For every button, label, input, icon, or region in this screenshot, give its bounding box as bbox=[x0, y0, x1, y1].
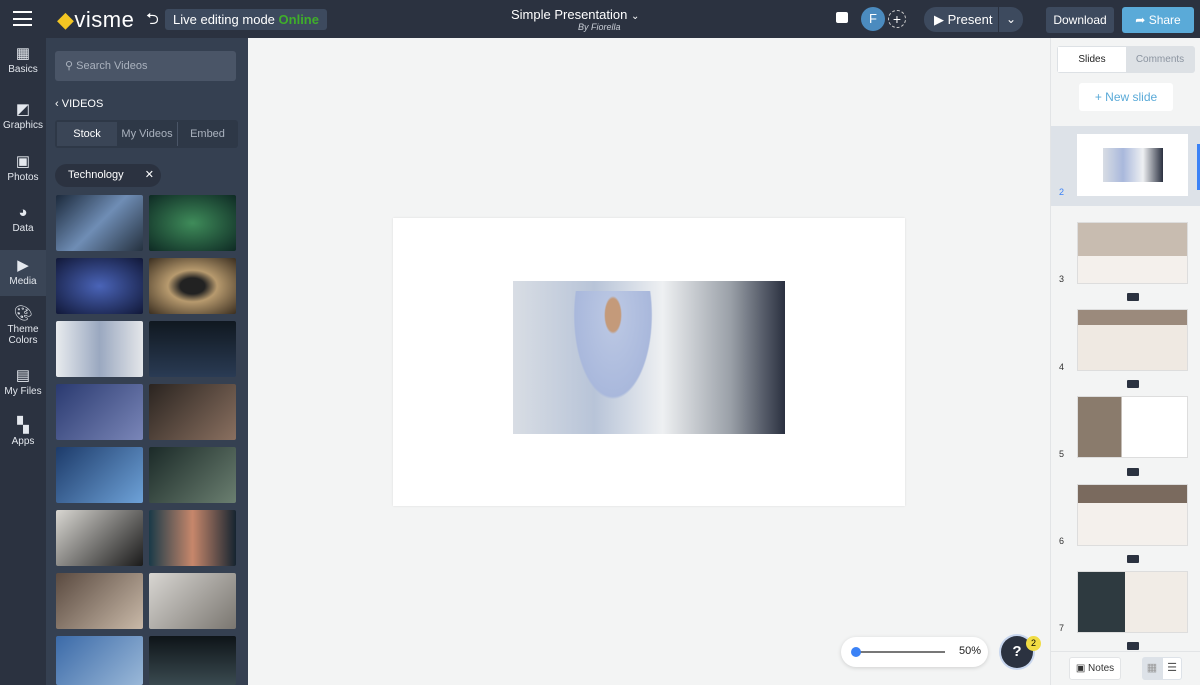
video-thumbnail[interactable] bbox=[149, 447, 236, 503]
rail-apps[interactable]: ▚ Apps bbox=[0, 416, 46, 458]
video-thumbnail[interactable] bbox=[149, 636, 236, 685]
tab-embed[interactable]: Embed bbox=[177, 122, 237, 146]
comment-icon[interactable] bbox=[836, 12, 848, 23]
zoom-value: 50% bbox=[959, 645, 982, 657]
slide-transition-icon[interactable] bbox=[1127, 380, 1139, 388]
video-thumbnail[interactable] bbox=[56, 636, 143, 685]
presentation-author: By Fiorella bbox=[578, 22, 621, 32]
slide-number: 5 bbox=[1059, 449, 1065, 459]
present-button[interactable]: ▶ Present bbox=[924, 7, 998, 32]
left-rail: ▦ Basics ◩ Graphics ▣ Photos ◕ Data ▶ Media 🎨… bbox=[0, 38, 46, 685]
add-collaborator-button[interactable]: + bbox=[888, 10, 906, 28]
slide-number: 2 bbox=[1059, 187, 1065, 197]
slide-thumbnail-6[interactable] bbox=[1077, 484, 1188, 546]
slide-transition-icon[interactable] bbox=[1127, 555, 1139, 563]
panel-tabs: Slides Comments bbox=[1057, 46, 1195, 73]
video-thumbnail[interactable] bbox=[56, 384, 143, 440]
rail-my-files[interactable]: ▤ My Files bbox=[0, 366, 46, 408]
video-thumbnail[interactable] bbox=[56, 195, 143, 251]
help-badge: 2 bbox=[1026, 636, 1041, 651]
pie-chart-icon: ◕ bbox=[18, 204, 28, 221]
search-icon: ⚲ bbox=[65, 60, 74, 72]
media-icon: ▶ bbox=[17, 257, 29, 274]
slide-thumbnail-4[interactable] bbox=[1077, 309, 1188, 371]
filter-chip-technology[interactable]: Technology ✕ bbox=[55, 164, 161, 187]
apps-icon: ▚ bbox=[17, 417, 29, 434]
rail-graphics[interactable]: ◩ Graphics bbox=[0, 100, 46, 142]
video-thumbnail[interactable] bbox=[149, 258, 236, 314]
folder-icon: ▤ bbox=[15, 367, 31, 384]
video-thumbnail[interactable] bbox=[149, 384, 236, 440]
close-icon[interactable]: ✕ bbox=[145, 164, 154, 187]
search-input[interactable]: ⚲ Search Videos bbox=[55, 51, 236, 81]
notes-button[interactable]: ▣ Notes bbox=[1069, 657, 1121, 680]
slide-thumbnail-3[interactable] bbox=[1077, 222, 1188, 284]
menu-icon[interactable] bbox=[13, 11, 32, 26]
zoom-slider-handle[interactable] bbox=[851, 647, 861, 657]
zoom-slider[interactable] bbox=[855, 651, 945, 653]
video-thumbnail[interactable] bbox=[149, 510, 236, 566]
slide-number: 4 bbox=[1059, 362, 1065, 372]
rail-photos[interactable]: ▣ Photos bbox=[0, 152, 46, 194]
live-editing-badge: Live editing mode Online bbox=[165, 9, 327, 30]
grid-view-toggle[interactable]: ▦ bbox=[1142, 657, 1162, 680]
download-button[interactable]: Download bbox=[1046, 7, 1114, 33]
abc-blocks-icon: ▦ bbox=[15, 45, 31, 62]
slide-number: 7 bbox=[1059, 623, 1065, 633]
slide-transition-icon[interactable] bbox=[1127, 642, 1139, 650]
zoom-control: 50% bbox=[841, 637, 988, 667]
palette-icon: 🎨︎ bbox=[13, 305, 33, 322]
top-bar: ◆visme ⮌ Live editing mode Online Simple… bbox=[0, 0, 1200, 38]
present-options-button[interactable]: ⌄ bbox=[999, 7, 1023, 32]
notes-icon: ▣ bbox=[1075, 663, 1086, 674]
avatar[interactable]: F bbox=[861, 7, 885, 31]
slide-video[interactable] bbox=[513, 281, 785, 434]
rail-media[interactable]: ▶ Media bbox=[0, 250, 46, 296]
slide-thumbnail-7[interactable] bbox=[1077, 571, 1188, 633]
video-thumbnail[interactable] bbox=[149, 573, 236, 629]
video-thumbnail[interactable] bbox=[56, 573, 143, 629]
videos-panel: ⚲ Search Videos ‹ VIDEOS Stock My Videos… bbox=[46, 38, 248, 685]
slide-thumbnail-5[interactable] bbox=[1077, 396, 1188, 458]
video-thumbnail[interactable] bbox=[56, 258, 143, 314]
video-thumbnail[interactable] bbox=[56, 510, 143, 566]
slide-thumbnail-2[interactable] bbox=[1077, 134, 1188, 196]
slide-canvas[interactable] bbox=[393, 218, 905, 506]
video-source-tabs: Stock My Videos Embed bbox=[55, 120, 238, 148]
video-thumbnail[interactable] bbox=[56, 447, 143, 503]
tab-comments[interactable]: Comments bbox=[1126, 47, 1194, 72]
share-button[interactable]: ➦ Share bbox=[1122, 7, 1194, 33]
graphics-icon: ◩ bbox=[15, 101, 31, 118]
slide-number: 3 bbox=[1059, 274, 1065, 284]
rail-basics[interactable]: ▦ Basics bbox=[0, 44, 46, 86]
visme-logo: ◆visme bbox=[57, 7, 135, 32]
new-slide-button[interactable]: + New slide bbox=[1079, 83, 1173, 111]
tab-stock[interactable]: Stock bbox=[57, 122, 117, 146]
rail-theme-colors[interactable]: 🎨︎ Theme Colors bbox=[0, 304, 46, 350]
play-icon: ▶ bbox=[934, 12, 944, 27]
undo-icon[interactable]: ⮌ bbox=[146, 8, 159, 35]
slides-panel: Slides Comments + New slide 2 3 4 5 6 7 … bbox=[1050, 38, 1200, 685]
photo-icon: ▣ bbox=[15, 153, 31, 170]
slide-number: 6 bbox=[1059, 536, 1065, 546]
video-thumbnail[interactable] bbox=[149, 195, 236, 251]
videos-back-link[interactable]: ‹ VIDEOS bbox=[55, 98, 103, 110]
slide-transition-icon[interactable] bbox=[1127, 468, 1139, 476]
list-view-toggle[interactable]: ☰ bbox=[1162, 657, 1182, 680]
presentation-title[interactable]: Simple Presentation ⌄ bbox=[511, 7, 639, 22]
share-icon: ➦ bbox=[1135, 13, 1146, 27]
tab-slides[interactable]: Slides bbox=[1058, 47, 1126, 72]
video-thumbnail[interactable] bbox=[56, 321, 143, 377]
video-thumbnail[interactable] bbox=[149, 321, 236, 377]
rail-data[interactable]: ◕ Data bbox=[0, 204, 46, 246]
slide-transition-icon[interactable] bbox=[1127, 293, 1139, 301]
tab-my-videos[interactable]: My Videos bbox=[117, 122, 177, 146]
